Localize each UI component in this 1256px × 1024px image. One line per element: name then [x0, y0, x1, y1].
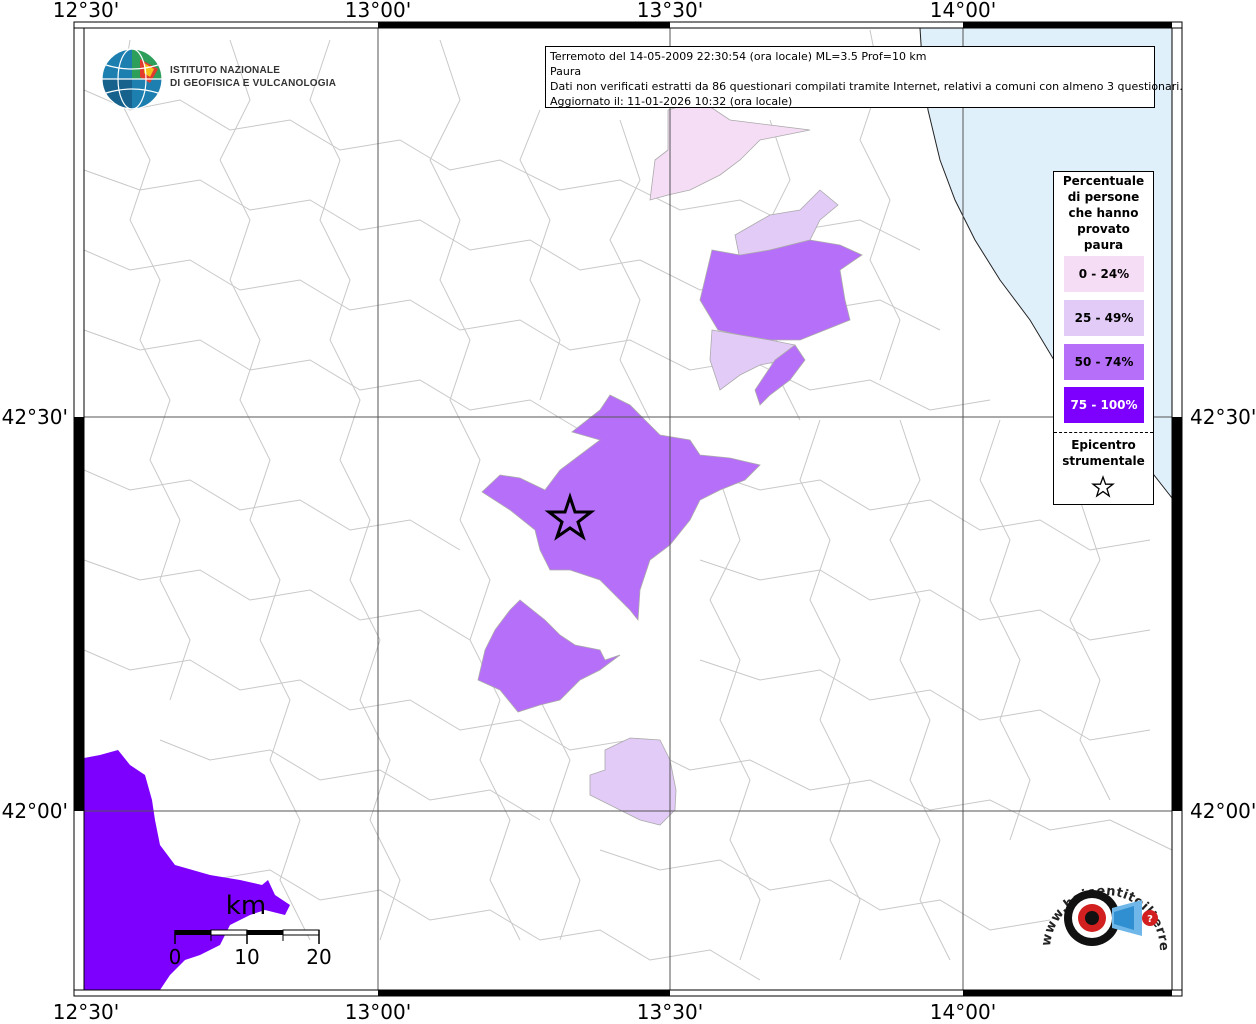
legend-item-label: 25 - 49% [1074, 311, 1134, 325]
lon-label-bottom-3: 14°00' [930, 1000, 996, 1024]
legend-item-label: 50 - 74% [1074, 355, 1134, 369]
lon-label-bottom-2: 13°30' [637, 1000, 703, 1024]
lon-label-top-3: 14°00' [930, 0, 996, 22]
epicenter-legend-line: Epicentro [1071, 438, 1136, 452]
legend-item-25-49: 25 - 49% [1064, 300, 1144, 336]
legend-separator [1054, 432, 1153, 433]
lat-label-left-0: 42°30' [2, 405, 68, 429]
lon-label-top-0: 12°30' [53, 0, 119, 22]
event-info-box: Terremoto del 14-05-2009 22:30:54 (ora l… [545, 46, 1183, 108]
lon-labels-bottom: 12°30' 13°00' 13°30' 14°00' [53, 1000, 996, 1024]
lat-label-right-1: 42°00' [1190, 799, 1256, 823]
epicenter-legend-title: Epicentro strumentale [1054, 437, 1153, 469]
ingv-name-line2: DI GEOFISICA E VULCANOLOGIA [170, 78, 337, 89]
lon-label-bottom-1: 13°00' [345, 1000, 411, 1024]
legend-title-line: Percentuale [1062, 174, 1145, 188]
legend-title: Percentuale di persone che hanno provato… [1054, 172, 1153, 253]
lat-label-left-1: 42°00' [2, 799, 68, 823]
legend-item-75-100: 75 - 100% [1064, 387, 1144, 423]
municipality-50-74-epicentral [481, 394, 761, 622]
lon-label-bottom-0: 12°30' [53, 1000, 119, 1024]
lon-labels-top: 12°30' 13°00' 13°30' 14°00' [53, 0, 996, 22]
scale-tick-10: 10 [234, 945, 259, 969]
svg-text:?: ? [1147, 914, 1153, 925]
hst-logo: www.haisentitoilterremoto.it ? [1030, 860, 1171, 952]
legend-item-50-74: 50 - 74% [1064, 344, 1144, 380]
municipality-50-74-c [477, 599, 621, 713]
legend-title-line: che hanno [1068, 206, 1139, 220]
legend-title-line: di persone [1067, 190, 1140, 204]
ingv-name-line1: ISTITUTO NAZIONALE [170, 65, 281, 76]
lat-label-right-0: 42°30' [1190, 405, 1256, 429]
scale-tick-0: 0 [169, 945, 182, 969]
star-icon [1091, 475, 1115, 498]
event-info-line1: Terremoto del 14-05-2009 22:30:54 (ora l… [550, 50, 927, 63]
ingv-name: ISTITUTO NAZIONALE DI GEOFISICA E VULCAN… [170, 64, 336, 90]
event-info-line4: Aggiornato il: 11-01-2026 10:32 (ora loc… [550, 95, 793, 108]
event-info-line3: Dati non verificati estratti da 86 quest… [550, 80, 1183, 93]
municipality-0-24 [649, 99, 811, 201]
epicenter-legend-line: strumentale [1062, 454, 1145, 468]
municipality-25-49-c [589, 737, 677, 826]
ingv-logo [101, 48, 163, 110]
lon-label-top-1: 13°00' [345, 0, 411, 22]
scale-unit: km [226, 891, 266, 921]
legend-item-label: 0 - 24% [1078, 267, 1130, 281]
lon-label-top-2: 13°30' [637, 0, 703, 22]
scale-tick-20: 20 [306, 945, 331, 969]
legend-title-line: paura [1083, 238, 1124, 252]
municipality-50-74-a [699, 239, 863, 341]
legend-title-line: provato [1077, 222, 1130, 236]
legend-item-0-24: 0 - 24% [1064, 256, 1144, 292]
event-info-line2: Paura [550, 65, 582, 78]
legend-item-label: 75 - 100% [1070, 398, 1138, 412]
legend: Percentuale di persone che hanno provato… [1053, 171, 1154, 505]
